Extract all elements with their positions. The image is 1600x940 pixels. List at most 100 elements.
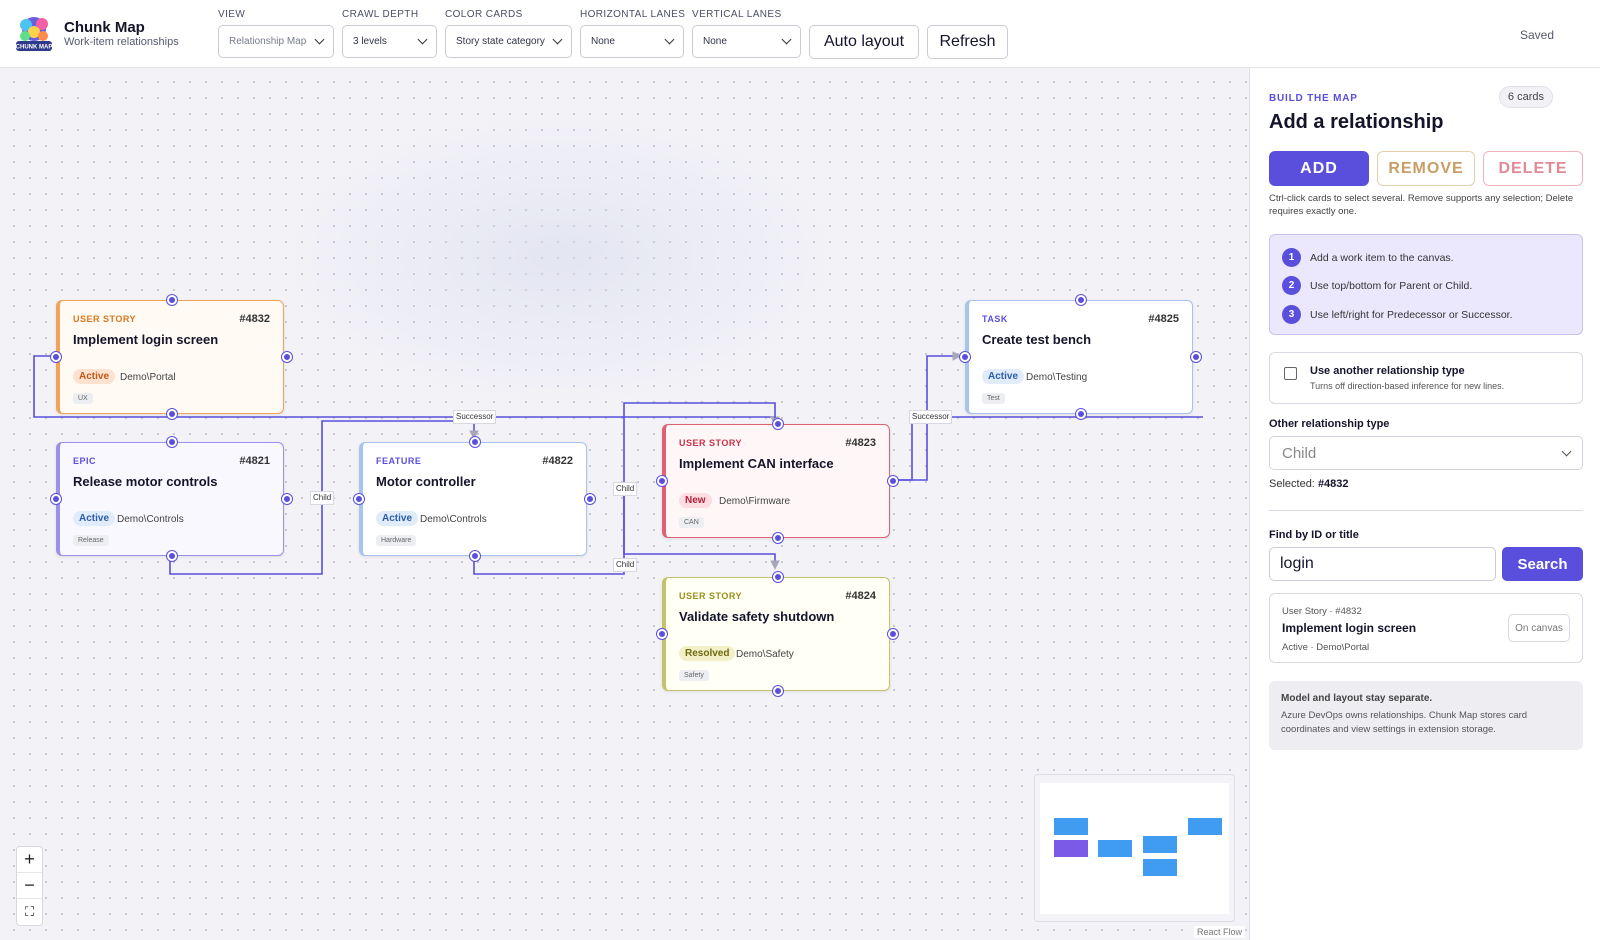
other-type-label: Other relationship type: [1269, 418, 1390, 430]
on-canvas-button[interactable]: On canvas: [1508, 614, 1570, 642]
connection-handle[interactable]: [167, 295, 177, 305]
fit-view-button[interactable]: ⛶: [17, 899, 42, 925]
minimap-node: [1054, 818, 1088, 835]
work-item-card-4821[interactable]: EPIC #4821 Release motor controls Active…: [51, 437, 292, 561]
connection-handle[interactable]: [1076, 409, 1086, 419]
relationship-type-select[interactable]: Child: [1269, 436, 1583, 470]
connection-handle[interactable]: [773, 686, 783, 696]
work-item-card-4822[interactable]: FEATURE #4822 Motor controller Active De…: [354, 437, 595, 561]
minimap-node: [1143, 859, 1177, 876]
react-flow-attribution[interactable]: React Flow: [1193, 926, 1245, 938]
connection-handle[interactable]: [51, 352, 61, 362]
connection-handle[interactable]: [773, 533, 783, 543]
connection-handle[interactable]: [167, 551, 177, 561]
note-title: Model and layout stay separate.: [1281, 693, 1433, 704]
work-item-card-4832[interactable]: USER STORY #4832 Implement login screen …: [51, 295, 292, 419]
color-cards-value: Story state category: [456, 36, 545, 47]
step-item: 2 Use top/bottom for Parent or Child.: [1282, 276, 1472, 295]
connection-handle[interactable]: [1191, 352, 1201, 362]
build-sidebar: BUILD THE MAP 6 cards Add a relationship…: [1251, 68, 1600, 940]
card-type: FEATURE: [376, 456, 422, 466]
map-canvas[interactable]: Successor Child Child Successor Child US…: [0, 68, 1250, 940]
minimap-viewport: [1040, 783, 1229, 914]
horizontal-lanes-select[interactable]: None: [580, 25, 684, 58]
other-relationship-toggle[interactable]: Use another relationship type Turns off …: [1269, 352, 1583, 404]
color-cards-select[interactable]: Story state category: [445, 25, 572, 58]
work-item-card-4823[interactable]: USER STORY #4823 Implement CAN interface…: [657, 419, 898, 543]
save-status: Saved: [1519, 28, 1554, 42]
minimap[interactable]: [1034, 774, 1235, 922]
connection-handle[interactable]: [470, 437, 480, 447]
connection-handle[interactable]: [51, 494, 61, 504]
connection-handle[interactable]: [657, 476, 667, 486]
vertical-lanes-value: None: [703, 36, 727, 47]
remove-mode-button[interactable]: REMOVE: [1377, 151, 1475, 186]
connection-handle[interactable]: [1076, 295, 1086, 305]
connection-handle[interactable]: [960, 352, 970, 362]
state-badge: New: [679, 493, 712, 508]
card-area: Demo\Firmware: [719, 496, 791, 507]
result-subtitle: Active · Demo\Portal: [1282, 642, 1370, 653]
connection-handle[interactable]: [585, 494, 595, 504]
connection-handle[interactable]: [773, 419, 783, 429]
zoom-in-button[interactable]: +: [17, 847, 42, 873]
horizontal-lanes-label: HORIZONTAL LANES: [580, 9, 686, 20]
other-relationship-checkbox[interactable]: [1284, 367, 1297, 380]
connection-handle[interactable]: [773, 572, 783, 582]
card-tag: UX: [73, 393, 93, 404]
zoom-out-button[interactable]: −: [17, 873, 42, 899]
card-type: USER STORY: [679, 438, 743, 448]
add-mode-button[interactable]: ADD: [1269, 151, 1369, 186]
relationship-type-value: Child: [1282, 444, 1317, 462]
card-title: Release motor controls: [73, 474, 218, 489]
card-id: #4825: [1148, 313, 1179, 325]
connection-handle[interactable]: [167, 437, 177, 447]
card-title: Validate safety shutdown: [679, 609, 835, 624]
divider: [1269, 510, 1583, 511]
chevron-down-icon: [417, 34, 428, 45]
refresh-button[interactable]: Refresh: [927, 25, 1008, 59]
view-label: VIEW: [218, 9, 246, 20]
work-item-card-4825[interactable]: TASK #4825 Create test bench Active Demo…: [960, 295, 1201, 419]
view-select[interactable]: Relationship Map: [218, 25, 334, 58]
selected-label: Selected:: [1269, 478, 1315, 490]
card-tag: Release: [73, 535, 109, 546]
edge-label: Child: [310, 491, 335, 505]
step-number: 2: [1282, 276, 1301, 295]
vertical-lanes-select[interactable]: None: [692, 25, 801, 58]
state-badge: Active: [376, 511, 419, 526]
crawl-depth-control: CRAWL DEPTH 3 levels: [342, 9, 437, 58]
work-item-card-4824[interactable]: USER STORY #4824 Validate safety shutdow…: [657, 572, 898, 696]
card-area: Demo\Controls: [117, 514, 184, 525]
card-title: Implement CAN interface: [679, 456, 834, 471]
step-text: Use top/bottom for Parent or Child.: [1310, 279, 1473, 292]
card-id: #4823: [845, 437, 876, 449]
delete-mode-button[interactable]: DELETE: [1483, 151, 1583, 186]
edge-label: Child: [613, 558, 638, 572]
svg-text:CHUNK MAP: CHUNK MAP: [16, 45, 53, 51]
search-button[interactable]: Search: [1502, 547, 1583, 581]
card-id: #4824: [845, 590, 876, 602]
connection-handle[interactable]: [167, 409, 177, 419]
minimap-node-selected: [1054, 840, 1088, 857]
search-input[interactable]: login: [1269, 547, 1496, 581]
connection-handle[interactable]: [282, 494, 292, 504]
edge-label: Successor: [453, 410, 497, 424]
card-type: EPIC: [73, 456, 97, 466]
connection-handle[interactable]: [657, 629, 667, 639]
connection-handle[interactable]: [888, 629, 898, 639]
search-result-item[interactable]: User Story · #4832 Implement login scree…: [1269, 593, 1583, 663]
connection-handle[interactable]: [282, 352, 292, 362]
step-number: 1: [1282, 248, 1301, 267]
chevron-down-icon: [552, 34, 563, 45]
connection-handle[interactable]: [354, 494, 364, 504]
minimap-node: [1143, 836, 1177, 853]
auto-layout-button[interactable]: Auto layout: [809, 25, 919, 59]
card-area: Demo\Testing: [1026, 372, 1088, 383]
selection-hint: Ctrl-click cards to select several. Remo…: [1269, 193, 1574, 217]
card-type: USER STORY: [679, 591, 743, 601]
connection-handle[interactable]: [888, 476, 898, 486]
connection-handle[interactable]: [470, 551, 480, 561]
note-body: Azure DevOps owns relationships. Chunk M…: [1281, 710, 1528, 735]
crawl-depth-select[interactable]: 3 levels: [342, 25, 437, 58]
